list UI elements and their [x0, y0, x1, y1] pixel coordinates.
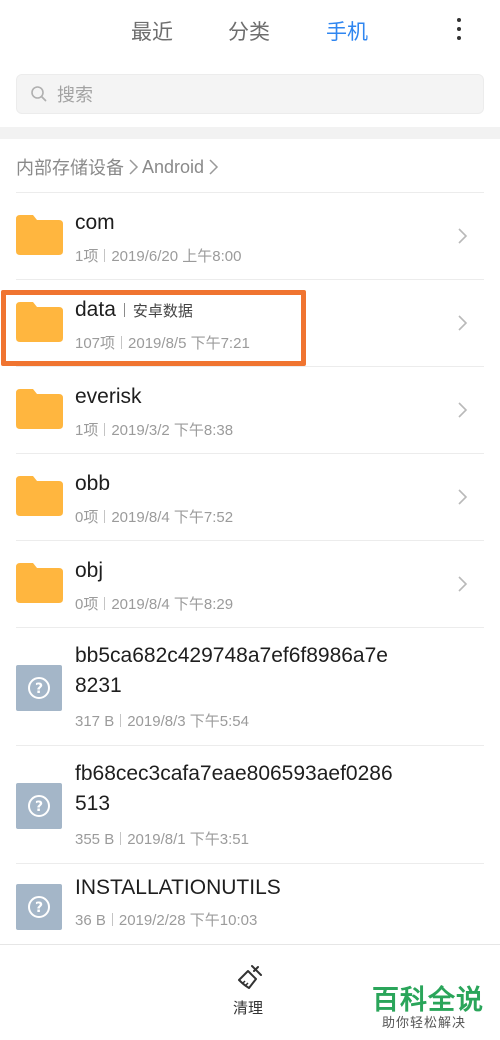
- top-tab-bar: 最近 分类 手机: [0, 0, 500, 62]
- breadcrumb-current[interactable]: Android: [142, 157, 204, 178]
- list-item[interactable]: ? fb68cec3cafa7eae806593aef0286 513 355 …: [0, 746, 500, 864]
- breadcrumb-root[interactable]: 内部存储设备: [16, 154, 124, 180]
- item-name: obj: [75, 559, 104, 582]
- tab-recent[interactable]: 最近: [131, 16, 173, 46]
- folder-icon: [16, 476, 63, 516]
- tab-category[interactable]: 分类: [228, 16, 270, 46]
- watermark-subtitle: 助你轻松解决: [382, 1015, 467, 1030]
- svg-text:?: ?: [35, 900, 43, 916]
- item-name: com: [75, 211, 115, 234]
- broom-icon: [238, 965, 262, 989]
- tab-phone[interactable]: 手机: [326, 16, 368, 46]
- list-item[interactable]: com 1项 2019/6/20 上午8:00: [0, 193, 500, 280]
- folder-icon: [16, 563, 63, 603]
- item-meta: 1项 2019/6/20 上午8:00: [75, 248, 242, 265]
- more-options-icon[interactable]: [450, 14, 468, 44]
- unknown-file-icon: ?: [16, 665, 62, 711]
- list-item[interactable]: obj 0项 2019/8/4 下午8:29: [0, 541, 500, 628]
- section-gap: [0, 127, 500, 139]
- chevron-right-icon: [458, 576, 468, 592]
- item-name: fb68cec3cafa7eae806593aef0286 513: [75, 762, 393, 815]
- list-item[interactable]: ? INSTALLATIONUTILS 36 B 2019/2/28 下午10:0…: [0, 864, 500, 944]
- item-meta: 0项 2019/8/4 下午8:29: [75, 596, 234, 613]
- chevron-right-icon: [458, 489, 468, 505]
- chevron-right-icon: [458, 402, 468, 418]
- clean-button[interactable]: 清理: [228, 963, 272, 1021]
- list-item[interactable]: everisk 1项 2019/3/2 下午8:38: [0, 367, 500, 454]
- chevron-right-icon: [458, 228, 468, 244]
- search-bar[interactable]: [16, 74, 484, 114]
- item-meta: 36 B 2019/2/28 下午10:03: [75, 912, 258, 929]
- clean-label: 清理: [233, 1000, 264, 1017]
- list-item[interactable]: ? bb5ca682c429748a7ef6f8986a7e 8231 317 …: [0, 628, 500, 746]
- breadcrumb: 内部存储设备 Android: [16, 154, 222, 180]
- chevron-right-icon: [129, 159, 139, 175]
- chevron-right-icon: [458, 315, 468, 331]
- watermark-logo: 百科全说 助你轻松解决: [372, 978, 490, 1032]
- search-input[interactable]: [57, 82, 457, 108]
- search-icon: [31, 86, 47, 102]
- svg-text:?: ?: [35, 681, 43, 697]
- item-meta: 0项 2019/8/4 下午7:52: [75, 509, 234, 526]
- item-meta: 1项 2019/3/2 下午8:38: [75, 422, 234, 439]
- folder-icon: [16, 215, 63, 255]
- unknown-file-icon: ?: [16, 783, 62, 829]
- list-item[interactable]: obb 0项 2019/8/4 下午7:52: [0, 454, 500, 541]
- unknown-file-icon: ?: [16, 884, 62, 930]
- highlight-box: [1, 290, 306, 366]
- item-meta: 317 B 2019/8/3 下午5:54: [75, 713, 249, 730]
- chevron-right-icon: [209, 159, 219, 175]
- item-name: bb5ca682c429748a7ef6f8986a7e 8231: [75, 644, 388, 697]
- divider: [0, 944, 500, 945]
- svg-text:?: ?: [35, 799, 43, 815]
- item-name: everisk: [75, 385, 142, 408]
- item-meta: 355 B 2019/8/1 下午3:51: [75, 831, 249, 848]
- item-name: INSTALLATIONUTILS: [75, 876, 281, 899]
- folder-icon: [16, 389, 63, 429]
- item-name: obb: [75, 472, 111, 495]
